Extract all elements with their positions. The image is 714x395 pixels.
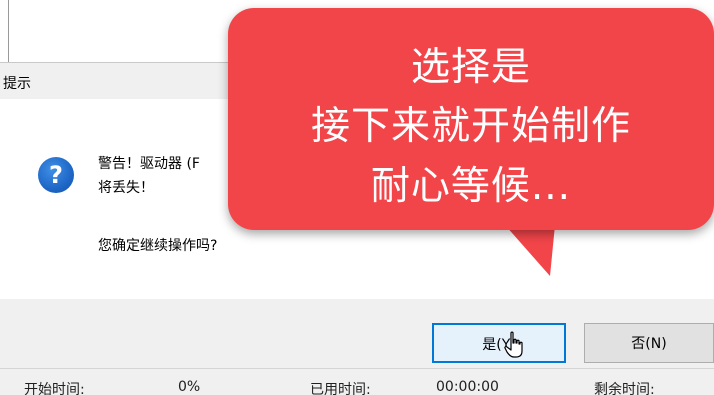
status-field-elapsed-value: 00:00:00 <box>436 379 499 395</box>
confirm-question: 您确定继续操作吗? <box>98 238 218 254</box>
screen: 提示 ? 警告！驱动器 (F 将丢失！ 您确定继续操作吗? 是(Y) 否(N) … <box>0 0 714 395</box>
hand-pointer-icon <box>504 331 523 358</box>
dialog-title: 提示 <box>3 76 31 92</box>
question-icon: ? <box>38 157 74 193</box>
warning-message: 警告！驱动器 (F <box>98 156 200 172</box>
status-field-progress: 0% <box>178 379 201 395</box>
annotation-line-3: 耐心等候... <box>370 164 572 209</box>
status-field-elapsed: 已用时间: <box>310 382 371 395</box>
yes-button[interactable]: 是(Y) <box>432 323 566 363</box>
no-button[interactable]: 否(N) <box>584 323 714 363</box>
background-divider <box>8 0 9 62</box>
status-field-remaining: 剩余时间: <box>594 382 655 395</box>
annotation-line-1: 选择是 <box>410 45 531 90</box>
background-status-bar: 开始时间: 0% 已用时间: 00:00:00 剩余时间: <box>0 368 714 395</box>
annotation-line-2: 接下来就开始制作 <box>310 104 631 149</box>
warning-message-continued: 将丢失！ <box>98 180 154 196</box>
status-field-start-time: 开始时间: <box>24 382 85 395</box>
